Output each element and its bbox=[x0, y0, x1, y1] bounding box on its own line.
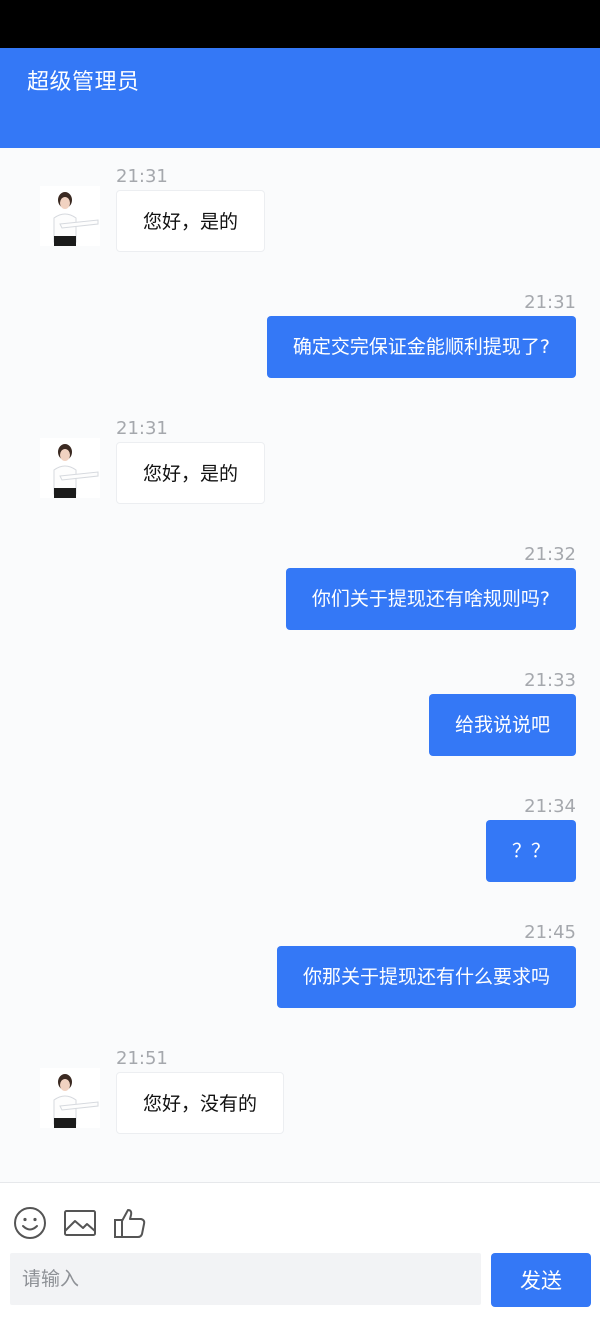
message-time: 21:31 bbox=[116, 166, 168, 187]
agent-avatar bbox=[40, 186, 100, 246]
composer-bar: 发送 bbox=[0, 1182, 600, 1324]
app-header: 超级管理员 bbox=[0, 48, 600, 148]
image-icon[interactable] bbox=[62, 1205, 98, 1241]
page-title: 超级管理员 bbox=[27, 70, 140, 95]
message-bubble[interactable]: 给我说说吧 bbox=[428, 694, 576, 756]
message-bubble[interactable]: 你那关于提现还有什么要求吗 bbox=[276, 946, 576, 1008]
thumbs-up-icon[interactable] bbox=[112, 1205, 148, 1241]
agent-avatar bbox=[40, 1068, 100, 1128]
message-bubble[interactable]: ？？ bbox=[485, 820, 576, 882]
status-bar bbox=[0, 0, 600, 48]
message-bubble[interactable]: 您好，是的 bbox=[116, 442, 266, 504]
message-time: 21:31 bbox=[524, 292, 576, 313]
message-bubble[interactable]: 您好，没有的 bbox=[116, 1072, 285, 1134]
message-time: 21:51 bbox=[116, 1048, 168, 1069]
message-time: 21:32 bbox=[524, 544, 576, 565]
message-time: 21:33 bbox=[524, 670, 576, 691]
message-bubble[interactable]: 确定交完保证金能顺利提现了? bbox=[266, 316, 576, 378]
message-time: 21:45 bbox=[524, 922, 576, 943]
agent-avatar bbox=[40, 438, 100, 498]
chat-area[interactable]: 21:31 您好，是的 21:31 确定交完保证金能顺利提现了? 21:31 您… bbox=[0, 148, 600, 1182]
message-bubble[interactable]: 你们关于提现还有啥规则吗? bbox=[285, 568, 576, 630]
message-input[interactable] bbox=[10, 1253, 481, 1305]
message-bubble[interactable]: 您好，是的 bbox=[116, 190, 266, 252]
send-button[interactable]: 发送 bbox=[491, 1253, 591, 1307]
message-time: 21:31 bbox=[116, 418, 168, 439]
message-time: 21:34 bbox=[524, 796, 576, 817]
emoji-icon[interactable] bbox=[12, 1205, 48, 1241]
